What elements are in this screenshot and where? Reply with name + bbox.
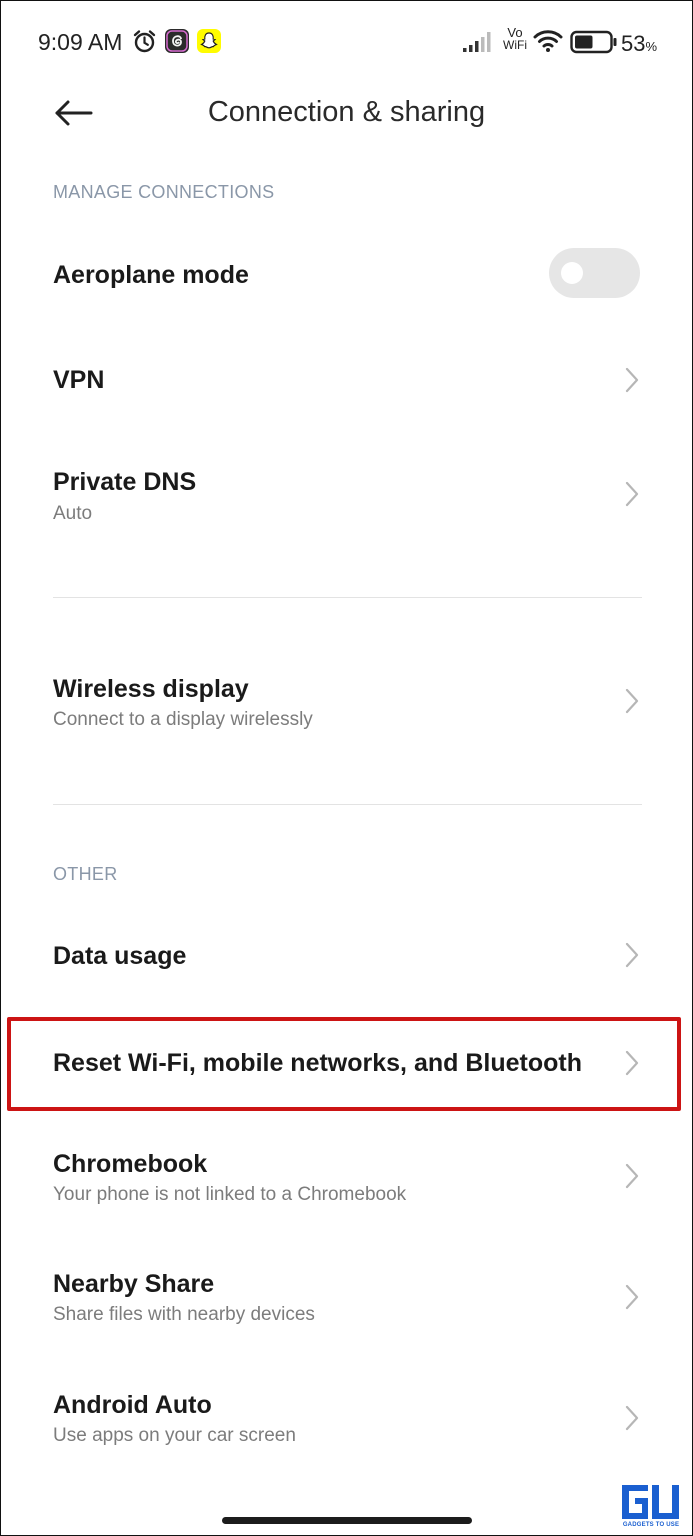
row-wireless-display-subtitle: Connect to a display wirelessly [53,709,313,730]
section-header-manage-connections: MANAGE CONNECTIONS [53,182,275,202]
chevron-right-icon [625,942,639,968]
row-private-dns-title: Private DNS [53,468,197,496]
row-chromebook-subtitle: Your phone is not linked to a Chromebook [53,1184,407,1205]
status-time: 9:09 AM [38,29,123,55]
row-android-auto-subtitle: Use apps on your car screen [53,1425,296,1446]
battery-icon [570,30,617,54]
row-aeroplane-mode[interactable]: Aeroplane mode [1,225,692,323]
row-vpn[interactable]: VPN [1,331,692,429]
section-header-other: OTHER [53,864,118,884]
chevron-right-icon [625,1163,639,1189]
divider [53,597,642,598]
signal-icon [463,32,491,52]
row-private-dns-subtitle: Auto [53,503,93,524]
status-bar: 9:09 AM Vo WiFi 53% [1,1,692,81]
snapchat-icon [197,29,221,53]
threads-app-icon [165,29,189,53]
page-title: Connection & sharing [1,96,692,129]
gadgets-to-use-logo-text: GADGETS TO USE [622,1522,680,1528]
row-chromebook[interactable]: Chromebook Your phone is not linked to a… [1,1115,692,1237]
divider [53,804,642,805]
row-nearby-share-title: Nearby Share [53,1270,215,1298]
battery-percent-sign: % [645,39,658,54]
gesture-nav-handle[interactable] [222,1517,472,1524]
row-wireless-display-title: Wireless display [53,675,249,703]
row-private-dns[interactable]: Private DNS Auto [1,433,692,559]
row-android-auto-title: Android Auto [53,1391,212,1419]
chevron-right-icon [625,481,639,507]
row-nearby-share[interactable]: Nearby Share Share files with nearby dev… [1,1237,692,1359]
screen: 9:09 AM Vo WiFi 53% Connection & sharing… [0,0,693,1536]
page-title-text: Connection & sharing [207,96,486,128]
vowifi-icon: Vo WiFi [500,26,530,52]
row-vpn-title: VPN [53,366,105,394]
chevron-right-icon [625,1284,639,1310]
row-data-usage-title: Data usage [53,942,187,970]
chevron-right-icon [625,688,639,714]
battery-percent: 53% [621,31,657,57]
wifi-icon [533,30,563,52]
aeroplane-mode-toggle[interactable] [549,248,640,298]
row-nearby-share-subtitle: Share files with nearby devices [53,1304,315,1325]
toggle-knob [561,262,583,284]
row-data-usage[interactable]: Data usage [1,907,692,1005]
gadgets-to-use-logo: GADGETS TO USE [618,1479,684,1533]
highlight-box [7,1017,681,1111]
row-wireless-display[interactable]: Wireless display Connect to a display wi… [1,639,692,765]
row-aeroplane-mode-title: Aeroplane mode [53,261,249,289]
row-android-auto[interactable]: Android Auto Use apps on your car screen [1,1359,692,1481]
chevron-right-icon [625,1405,639,1431]
alarm-icon [133,30,156,53]
battery-percent-value: 53 [621,31,646,56]
vowifi-bottom-label: WiFi [503,38,527,52]
row-chromebook-title: Chromebook [53,1150,208,1178]
chevron-right-icon [625,367,639,393]
